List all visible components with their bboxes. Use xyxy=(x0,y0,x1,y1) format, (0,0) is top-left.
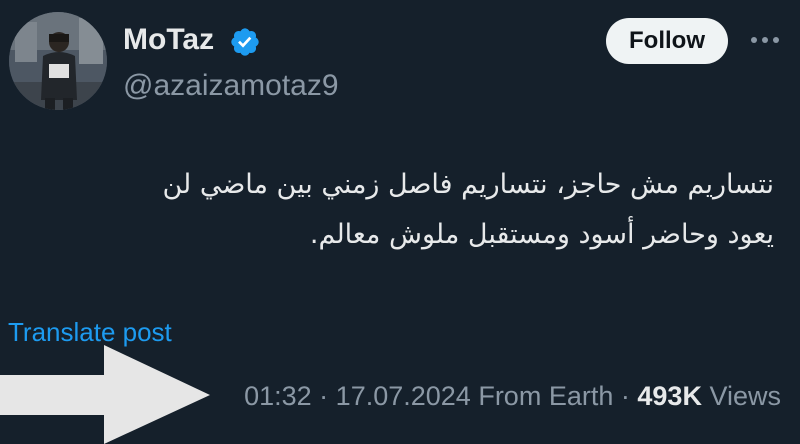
display-name[interactable]: MoTaz xyxy=(123,22,214,58)
views-count: 493K xyxy=(637,381,702,411)
user-handle[interactable]: @azaizamotaz9 xyxy=(123,68,339,104)
avatar-image xyxy=(9,12,107,110)
arrow-right-icon xyxy=(0,345,210,444)
tweet-meta: 01:32 · 17.07.2024 From Earth · 493K Vie… xyxy=(244,378,781,414)
meta-separator: · xyxy=(620,381,630,411)
avatar[interactable] xyxy=(9,12,107,110)
follow-button[interactable]: Follow xyxy=(606,18,728,64)
translate-post-link[interactable]: Translate post xyxy=(8,316,172,348)
tweet-card: MoTaz @azaizamotaz9 Follow نتساريم مش حا… xyxy=(0,0,800,444)
post-location: From Earth xyxy=(478,381,614,411)
tweet-text-line: يعود وحاضر أسود ومستقبل ملوش معالم. xyxy=(309,219,774,250)
tweet-text: نتساريم مش حاجز، نتساريم فاصل زمني بين م… xyxy=(14,160,774,260)
post-date[interactable]: 17.07.2024 xyxy=(336,381,471,411)
post-time[interactable]: 01:32 xyxy=(244,381,312,411)
tweet-text-line: نتساريم مش حاجز، نتساريم فاصل زمني بين م… xyxy=(162,169,774,200)
meta-separator: · xyxy=(319,381,329,411)
views-label: Views xyxy=(709,381,781,411)
more-horizontal-icon[interactable] xyxy=(748,30,782,50)
verified-badge-icon xyxy=(231,28,259,56)
